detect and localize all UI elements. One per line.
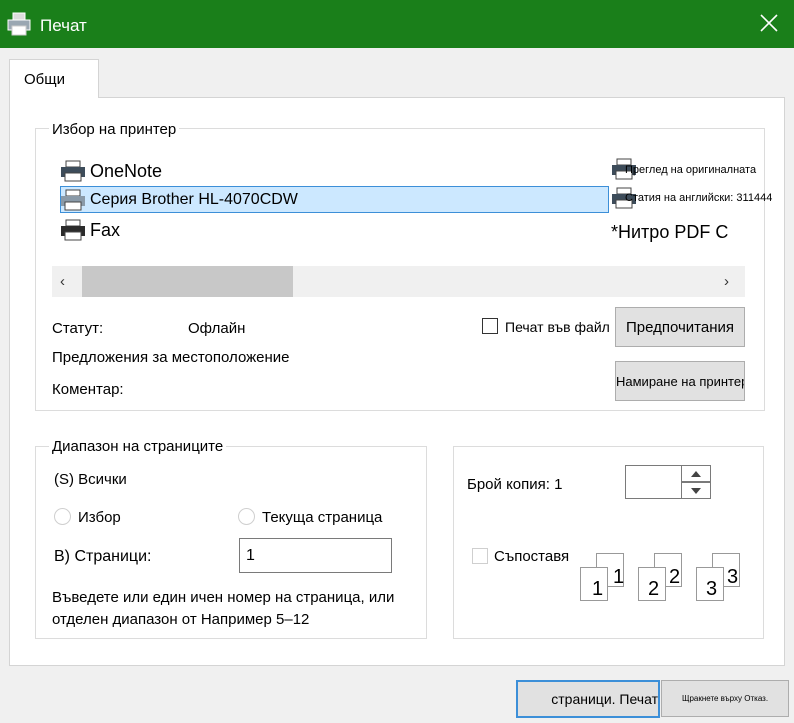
printer-item-brother[interactable]: Серия Brother HL-4070CDW bbox=[60, 189, 298, 211]
printer-name: Fax bbox=[90, 219, 121, 240]
selection-label: Избор bbox=[78, 509, 121, 526]
selection-radio[interactable] bbox=[54, 508, 71, 525]
print-to-file-label: Печат във файл bbox=[505, 319, 610, 335]
page-number: 2 bbox=[648, 578, 660, 600]
printer-icon bbox=[61, 160, 85, 182]
copies-spinner[interactable] bbox=[625, 465, 711, 499]
preferences-button[interactable]: Предпочитания bbox=[615, 307, 745, 347]
tab-general-label: Общи bbox=[24, 71, 65, 88]
fax-icon bbox=[61, 219, 85, 241]
scroll-left-icon[interactable]: ‹ bbox=[60, 273, 65, 290]
page-range-title: Диапазон на страниците bbox=[49, 438, 227, 455]
tab-general[interactable]: Общи bbox=[9, 59, 99, 98]
copies-input[interactable] bbox=[625, 465, 681, 499]
comment-label: Коментар: bbox=[52, 381, 124, 398]
status-value: Офлайн bbox=[188, 320, 246, 337]
copies-count-label: Брой копия: 1 bbox=[467, 476, 563, 493]
printer-item-onenote[interactable]: OneNote bbox=[60, 160, 162, 182]
printer-item-nitro[interactable]: *Нитро PDF С bbox=[611, 222, 728, 243]
printer-item-fax[interactable]: Fax bbox=[60, 219, 120, 241]
page-number: 1 bbox=[592, 578, 604, 600]
spin-up-icon[interactable] bbox=[681, 465, 711, 482]
find-printer-button[interactable]: Намиране на принтер... bbox=[615, 361, 745, 401]
page-number: 3 bbox=[706, 578, 718, 600]
window-title: Печат bbox=[40, 16, 87, 35]
printer-group-title: Избор на принтер bbox=[49, 121, 180, 138]
scrollbar-thumb[interactable] bbox=[82, 266, 293, 297]
copies-group bbox=[453, 446, 764, 639]
location-label: Предложения за местоположение bbox=[52, 349, 290, 366]
spin-down-icon[interactable] bbox=[681, 482, 711, 499]
printer-name: Серия Brother HL-4070CDW bbox=[90, 191, 298, 208]
printer-list-scrollbar[interactable]: ‹ › bbox=[52, 266, 745, 297]
print-button[interactable]: страници. Печат bbox=[516, 680, 660, 718]
printer-icon bbox=[61, 189, 85, 211]
page-number: 3 bbox=[727, 566, 739, 588]
scroll-right-icon[interactable]: › bbox=[724, 273, 729, 290]
printer-name: OneNote bbox=[90, 160, 163, 181]
collate-label: Съпоставя bbox=[494, 548, 570, 565]
cancel-button[interactable]: Щракнете върху Отказ. bbox=[661, 680, 789, 717]
printer-icon bbox=[7, 12, 31, 36]
current-page-label: Текуща страница bbox=[262, 509, 383, 526]
printer-item-article[interactable]: Статия на английски: 311444 bbox=[625, 192, 772, 204]
pages-input[interactable] bbox=[239, 538, 392, 573]
close-icon[interactable] bbox=[758, 12, 780, 34]
current-page-radio[interactable] bbox=[238, 508, 255, 525]
printer-item-preview[interactable]: Преглед на оригиналната bbox=[625, 164, 756, 176]
page-number: 1 bbox=[613, 566, 625, 588]
pages-label: В) Страници: bbox=[54, 548, 152, 565]
all-pages-option[interactable]: (S) Всички bbox=[54, 471, 127, 488]
page-number: 2 bbox=[669, 566, 681, 588]
status-label: Статут: bbox=[52, 320, 104, 337]
collate-checkbox[interactable] bbox=[472, 548, 488, 564]
page-range-hint: Въведете или един ичен номер на страница… bbox=[52, 589, 395, 628]
title-bar: Печат bbox=[0, 0, 794, 48]
print-to-file-checkbox[interactable] bbox=[482, 318, 498, 334]
